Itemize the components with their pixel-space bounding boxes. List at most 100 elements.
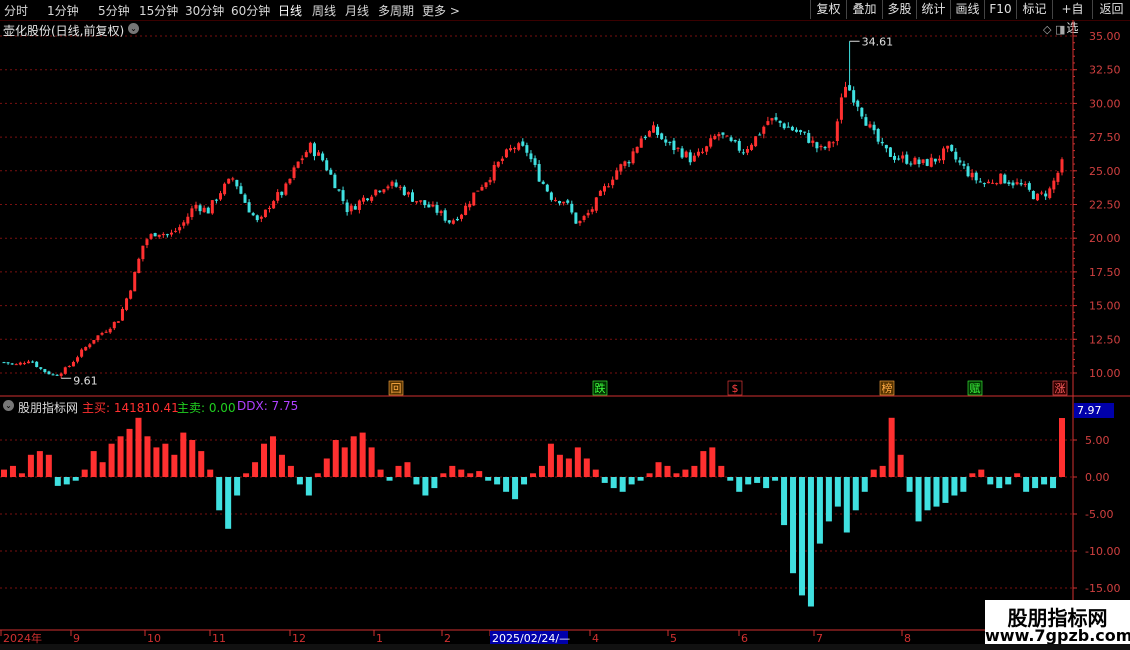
candle-body [288, 178, 292, 184]
candle-body [27, 361, 31, 364]
indicator-name[interactable]: 股朋指标网 [18, 399, 78, 416]
candle-body [92, 340, 96, 344]
indicator-bar [700, 451, 707, 477]
candle-body [799, 130, 803, 133]
candle-body [165, 234, 169, 236]
indicator-bar [494, 477, 501, 485]
candle-body [67, 365, 71, 367]
price-tick-label: 10.00 [1089, 367, 1121, 380]
candle-body [770, 118, 774, 121]
candle-body [84, 347, 88, 351]
candle-body [778, 120, 782, 123]
chart-canvas[interactable]: 34.61 9.61 35.00 32.50 30.00 27.50 25.00 22.50… [0, 0, 1130, 650]
event-tag-label: 赋 [970, 382, 981, 395]
candle-body [750, 144, 754, 150]
candle-body [1048, 188, 1052, 198]
candle-body [1003, 174, 1007, 184]
indicator-bar [709, 447, 716, 477]
candle-body [353, 206, 357, 210]
candle-body [762, 126, 766, 134]
candle-body [415, 201, 419, 203]
indicator-bar [538, 465, 545, 477]
candle-body [958, 160, 962, 163]
indicator-bar [772, 477, 779, 481]
event-tag-label: 跌 [595, 381, 606, 395]
candle-body [394, 182, 398, 187]
indicator-bar [861, 477, 868, 492]
candle-body [145, 239, 149, 246]
indicator-bar [287, 465, 294, 477]
candle-body [758, 134, 762, 136]
candle-body [55, 374, 59, 376]
candle-body [1015, 182, 1019, 185]
indicator-bar [162, 443, 169, 477]
candle-body [709, 138, 713, 147]
candle-body [582, 216, 586, 220]
candle-body [1052, 180, 1056, 190]
candle-body [950, 144, 954, 151]
candle-body [631, 151, 635, 164]
candle-body [276, 192, 280, 201]
indicator-bar [395, 465, 402, 477]
indicator-bar [565, 458, 572, 477]
grid-lines [0, 35, 1073, 589]
candle-body [717, 134, 721, 137]
indicator-bar [1050, 477, 1057, 489]
candle-body [929, 157, 933, 167]
candle-body [31, 361, 35, 363]
indicator-bar [843, 477, 850, 533]
candle-body [1060, 159, 1064, 173]
indicator-bar [63, 477, 70, 485]
candle-body [933, 158, 937, 162]
candle-body [251, 213, 255, 216]
horizontal-scrollbar[interactable] [0, 644, 1130, 650]
event-tag-label: 回 [391, 382, 402, 395]
title-dropdown-icon[interactable]: ⌄ [128, 23, 139, 34]
candle-body [492, 164, 496, 181]
candle-body [206, 207, 210, 214]
candle-body [680, 148, 684, 158]
candle-body [513, 147, 517, 150]
indicator-dropdown-icon[interactable]: ⌄ [3, 400, 14, 411]
candle-body [247, 202, 251, 213]
candle-body [476, 190, 480, 192]
candle-body [10, 363, 14, 365]
candle-body [386, 186, 390, 189]
candle-body [39, 367, 43, 369]
candle-body [292, 167, 296, 178]
candle-body [80, 349, 84, 357]
candle-body [370, 196, 374, 201]
candle-body [157, 234, 161, 237]
indicator-bar [305, 477, 312, 496]
indicator-bar [413, 477, 420, 485]
indicator-bar [915, 477, 922, 522]
indicator-bar [556, 454, 563, 477]
candle-body [656, 126, 660, 135]
indicator-bar [1, 469, 7, 477]
indicator-bar [252, 462, 259, 477]
candle-body [496, 161, 500, 167]
candle-body [541, 181, 545, 184]
candle-body [884, 144, 888, 149]
candle-body [296, 161, 300, 168]
chart-corner-icons[interactable]: ◇ ◨ [1043, 23, 1065, 36]
indicator-bar [1032, 477, 1039, 489]
candle-body [880, 141, 884, 144]
candle-body [169, 232, 173, 235]
candle-body [602, 186, 606, 192]
brand-watermark: 股朋指标网 www.7gpzb.com [985, 600, 1130, 650]
candle-body [995, 183, 999, 185]
indicator-bar [449, 465, 456, 477]
candle-body [590, 209, 594, 212]
candle-body [946, 145, 950, 149]
indicator-bar [969, 473, 976, 477]
indicator-bar [691, 465, 698, 477]
candle-body [741, 152, 745, 154]
candle-body [607, 186, 611, 188]
event-tag-label: $ [732, 382, 739, 395]
candle-body [688, 152, 692, 163]
candle-body [133, 272, 137, 292]
candle-body [974, 172, 978, 181]
indicator-bar [754, 477, 761, 483]
indicator-bar [503, 477, 510, 492]
